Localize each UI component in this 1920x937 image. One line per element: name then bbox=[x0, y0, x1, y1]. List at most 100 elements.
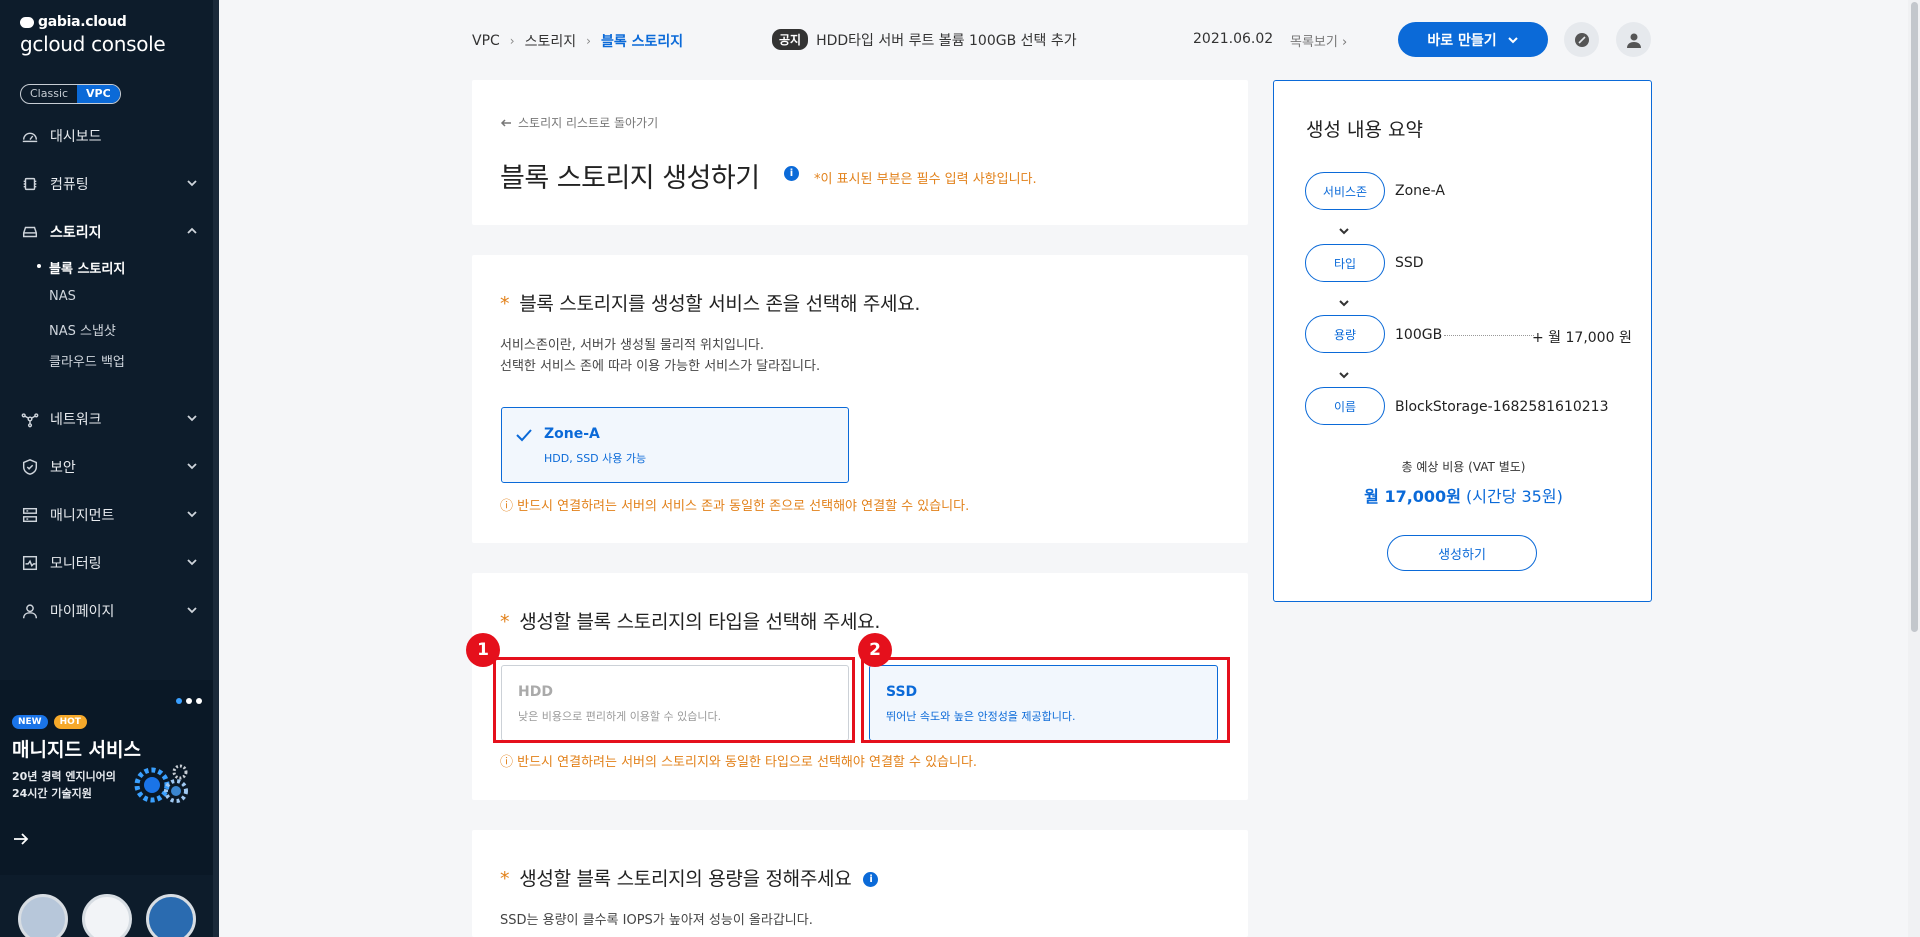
summary-capacity-price: + 월 17,000 원 bbox=[1532, 330, 1632, 346]
notice-list-link[interactable]: 목록보기 › bbox=[1290, 31, 1347, 50]
chevron-down-icon bbox=[186, 556, 200, 570]
summary-label-type: 타입 bbox=[1305, 244, 1385, 282]
promo-desc: 20년 경력 엔지니어의 24시간 기술지원 bbox=[12, 770, 116, 800]
sidebar-scrollbar[interactable] bbox=[213, 0, 219, 937]
new-badge: NEW bbox=[12, 715, 48, 729]
profile-button[interactable] bbox=[1616, 22, 1651, 57]
notice-text[interactable]: HDD타입 서버 루트 볼륨 100GB 선택 추가 bbox=[816, 30, 1077, 50]
summary-label-zone: 서비스존 bbox=[1305, 172, 1385, 210]
quick-create-label: 바로 만들기 bbox=[1427, 32, 1497, 49]
sidebar-item-label: 컴퓨팅 bbox=[50, 177, 89, 193]
hot-badge: HOT bbox=[53, 715, 87, 729]
logo[interactable]: gabia.cloud gcloud console bbox=[20, 14, 166, 56]
chat-button[interactable] bbox=[1564, 22, 1599, 57]
required-note: *이 표시된 부분은 필수 입력 사항입니다. bbox=[814, 172, 1037, 187]
highlight-box-hdd bbox=[493, 657, 855, 743]
zone-option-desc: HDD, SSD 사용 가능 bbox=[544, 452, 647, 465]
sidebar-subitem-cloud-backup[interactable]: 클라우드 백업 bbox=[49, 351, 125, 370]
chevron-down-icon bbox=[1338, 293, 1352, 307]
chevron-up-icon bbox=[186, 225, 200, 239]
type-warning: ⓘ 반드시 연결하려는 서버의 스토리지와 동일한 타입으로 선택해야 연결할 … bbox=[500, 755, 978, 770]
marker-2: 2 bbox=[858, 633, 892, 667]
breadcrumb-storage[interactable]: 스토리지 bbox=[525, 31, 577, 51]
sidebar-item-label: 모니터링 bbox=[50, 556, 102, 572]
sidebar-item-monitoring[interactable]: 모니터링 bbox=[20, 551, 200, 575]
sidebar-item-label: 대시보드 bbox=[50, 129, 102, 145]
breadcrumb-vpc[interactable]: VPC bbox=[472, 33, 500, 49]
user-icon bbox=[20, 601, 40, 621]
dotted-leader bbox=[1444, 335, 1534, 336]
back-to-list-link[interactable]: 스토리지 리스트로 돌아가기 bbox=[500, 114, 658, 131]
breadcrumb: VPC › 스토리지 › 블록 스토리지 bbox=[472, 31, 684, 51]
carousel-dots[interactable] bbox=[176, 698, 202, 704]
zone-section-title: * 블록 스토리지를 생성할 서비스 존을 선택해 주세요. bbox=[500, 293, 921, 315]
sidebar-item-label: 매니지먼트 bbox=[50, 508, 115, 524]
cloud-logo-icon bbox=[20, 16, 34, 28]
summary-title: 생성 내용 요약 bbox=[1306, 119, 1423, 141]
total-cost-label: 총 예상 비용 (VAT 별도) bbox=[1401, 460, 1526, 474]
page-scrollbar[interactable] bbox=[1908, 0, 1920, 937]
sidebar: gabia.cloud gcloud console Classic VPC 대… bbox=[0, 0, 219, 937]
sidebar-item-management[interactable]: 매니지먼트 bbox=[20, 503, 200, 527]
toggle-classic[interactable]: Classic bbox=[21, 85, 77, 103]
sidebar-item-network[interactable]: 네트워크 bbox=[20, 407, 200, 431]
sidebar-item-mypage[interactable]: 마이페이지 bbox=[20, 599, 200, 623]
gears-icon bbox=[134, 764, 188, 803]
highlight-box-ssd bbox=[861, 657, 1230, 743]
check-icon bbox=[516, 427, 532, 442]
sidebar-item-storage[interactable]: 스토리지 bbox=[20, 220, 200, 244]
network-icon bbox=[20, 409, 40, 429]
cpu-icon bbox=[20, 174, 40, 194]
management-icon bbox=[20, 505, 40, 525]
summary-value-name: BlockStorage-1682581610213 bbox=[1395, 399, 1609, 415]
capacity-section-title: * 생성할 블록 스토리지의 용량을 정해주세요 i bbox=[500, 864, 879, 891]
info-icon[interactable]: i bbox=[784, 166, 799, 181]
sidebar-subitem-nas-snapshot[interactable]: NAS 스냅샷 bbox=[49, 320, 116, 339]
notice-banner[interactable]: 공지 HDD타입 서버 루트 볼륨 100GB 선택 추가 bbox=[772, 29, 1077, 50]
chevron-down-icon bbox=[1507, 36, 1518, 43]
create-button[interactable]: 생성하기 bbox=[1387, 535, 1537, 571]
promo-banner[interactable]: NEW HOT 매니지드 서비스 20년 경력 엔지니어의 24시간 기술지원 bbox=[0, 680, 219, 875]
sidebar-item-label: 스토리지 bbox=[50, 225, 102, 241]
zone-option-a[interactable]: Zone-A HDD, SSD 사용 가능 bbox=[501, 407, 849, 483]
summary-panel: 생성 내용 요약 서비스존 Zone-A 타입 SSD 용량 100GB + 월… bbox=[1273, 80, 1652, 602]
info-icon[interactable]: i bbox=[863, 872, 879, 887]
capacity-section: * 생성할 블록 스토리지의 용량을 정해주세요 i SSD는 용량이 클수록 IO… bbox=[472, 830, 1248, 937]
chevron-down-icon bbox=[1338, 221, 1352, 235]
cloud-service-badge bbox=[82, 894, 132, 937]
logo-top: gabia.cloud bbox=[38, 14, 127, 30]
logo-bottom: gcloud console bbox=[20, 32, 166, 56]
zone-section-desc: 서비스존이란, 서버가 생성될 물리적 위치입니다. 선택한 서비스 존에 따라… bbox=[500, 338, 821, 374]
zone-warning: ⓘ 반드시 연결하려는 서버의 서비스 존과 동일한 존으로 선택해야 연결할 … bbox=[500, 499, 970, 514]
sidebar-item-computing[interactable]: 컴퓨팅 bbox=[20, 172, 200, 196]
promo-title: 매니지드 서비스 bbox=[12, 739, 141, 761]
csap-badge bbox=[146, 894, 196, 937]
classic-vpc-toggle[interactable]: Classic VPC bbox=[20, 84, 121, 104]
sidebar-subitem-block-storage[interactable]: 블록 스토리지 bbox=[36, 258, 125, 277]
page-title: 블록 스토리지 생성하기 bbox=[500, 163, 760, 194]
chevron-down-icon bbox=[1338, 365, 1352, 379]
breadcrumb-block-storage[interactable]: 블록 스토리지 bbox=[601, 31, 683, 51]
arrow-right-icon[interactable] bbox=[12, 830, 30, 848]
sidebar-item-dashboard[interactable]: 대시보드 bbox=[20, 124, 200, 148]
zone-section: * 블록 스토리지를 생성할 서비스 존을 선택해 주세요. 서비스존이란, 서버… bbox=[472, 255, 1248, 543]
total-cost-value: 월 17,000원 (시간당 35원) bbox=[1364, 487, 1563, 506]
sidebar-subitem-nas[interactable]: NAS bbox=[49, 289, 76, 304]
chevron-down-icon bbox=[186, 412, 200, 426]
summary-value-type: SSD bbox=[1395, 255, 1424, 271]
notice-date: 2021.06.02 bbox=[1193, 31, 1274, 47]
summary-label-name: 이름 bbox=[1305, 387, 1385, 425]
scrollbar-thumb[interactable] bbox=[1911, 2, 1918, 632]
chat-icon bbox=[1574, 32, 1589, 47]
dashboard-icon bbox=[20, 126, 40, 146]
user-icon bbox=[1626, 33, 1641, 48]
chevron-down-icon bbox=[186, 604, 200, 618]
zone-option-name: Zone-A bbox=[544, 426, 600, 442]
quick-create-button[interactable]: 바로 만들기 bbox=[1398, 22, 1548, 57]
toggle-vpc[interactable]: VPC bbox=[77, 85, 120, 103]
storage-icon bbox=[20, 222, 40, 242]
type-section-title: * 생성할 블록 스토리지의 타입을 선택해 주세요. bbox=[500, 611, 881, 633]
sidebar-item-security[interactable]: 보안 bbox=[20, 455, 200, 479]
chevron-down-icon bbox=[186, 508, 200, 522]
notice-tag: 공지 bbox=[772, 29, 809, 50]
